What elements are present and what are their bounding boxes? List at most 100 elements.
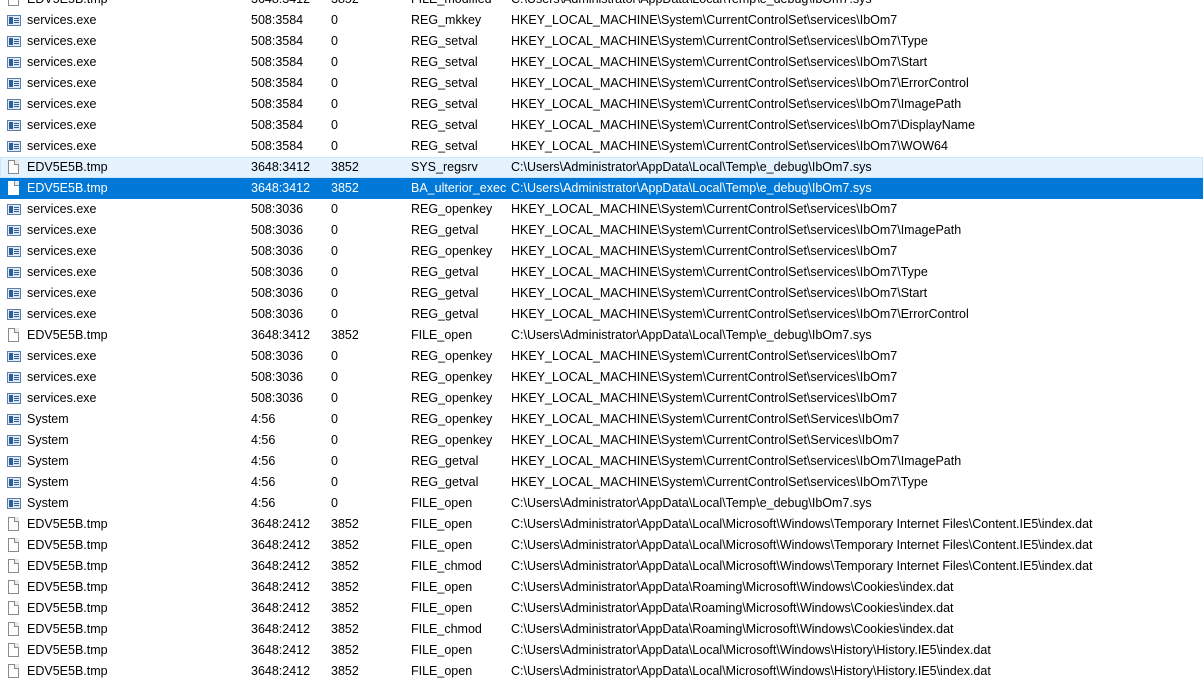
operation-cell: REG_getval bbox=[411, 475, 479, 489]
file-icon bbox=[7, 601, 22, 616]
service-icon bbox=[7, 97, 22, 112]
table-row[interactable]: EDV5E5B.tmp 3648:2412 3852 FILE_open C:\User… bbox=[0, 661, 1203, 682]
table-row[interactable]: EDV5E5B.tmp 3648:34123852FILE_modified C:\… bbox=[0, 0, 1203, 10]
table-row[interactable]: EDV5E5B.tmp 3648:3412 3852 BA_ulterior_exec… bbox=[0, 178, 1203, 199]
path-cell: HKEY_LOCAL_MACHINE\System\CurrentControl… bbox=[511, 433, 900, 447]
process-cell: services.exe bbox=[27, 13, 97, 27]
pid-cell: 508:3584 bbox=[251, 97, 304, 111]
table-row[interactable]: services.exe 508:3584 0 REG_setval HKEY_LOCA… bbox=[0, 31, 1203, 52]
table-row[interactable]: services.exe 508:3584 0 REG_setval HKEY_LOCA… bbox=[0, 73, 1203, 94]
table-row[interactable]: EDV5E5B.tmp 3648:2412 3852 FILE_chmod C:\Use… bbox=[0, 619, 1203, 640]
table-row[interactable]: EDV5E5B.tmp 3648:3412 3852 SYS_regsrv C:\Use… bbox=[0, 157, 1203, 178]
table-row[interactable]: services.exe 508:3036 0 REG_openkey HKEY_LOC… bbox=[0, 346, 1203, 367]
table-row[interactable]: services.exe 508:3036 0 REG_openkey HKEY_LOC… bbox=[0, 388, 1203, 409]
length-cell: 0 bbox=[331, 391, 338, 405]
table-row[interactable]: services.exe 508:3584 0 REG_setval HKEY_LOCA… bbox=[0, 115, 1203, 136]
path-cell: C:\Users\Administrator\AppData\Local\Mic… bbox=[511, 517, 1093, 531]
path-cell: HKEY_LOCAL_MACHINE\System\CurrentControl… bbox=[511, 76, 969, 90]
operation-cell: REG_setval bbox=[411, 139, 478, 153]
process-cell: EDV5E5B.tmp bbox=[27, 559, 108, 573]
table-row[interactable]: System 4:56 0 REG_openkey HKEY_LOCAL_MACHINE… bbox=[0, 409, 1203, 430]
pid-cell: 508:3036 bbox=[251, 202, 304, 216]
file-icon bbox=[7, 538, 22, 553]
table-row[interactable]: EDV5E5B.tmp 3648:2412 3852 FILE_open C:\User… bbox=[0, 535, 1203, 556]
file-icon bbox=[7, 0, 22, 7]
process-cell: EDV5E5B.tmp bbox=[27, 664, 108, 678]
table-row[interactable]: EDV5E5B.tmp 3648:3412 3852 FILE_open C:\User… bbox=[0, 325, 1203, 346]
operation-cell: FILE_open bbox=[411, 538, 473, 552]
path-cell: HKEY_LOCAL_MACHINE\System\CurrentControl… bbox=[511, 265, 928, 279]
table-row[interactable]: services.exe 508:3584 0 REG_mkkey HKEY_LOCAL… bbox=[0, 10, 1203, 31]
pid-cell: 3648:2412 bbox=[251, 517, 311, 531]
length-cell: 0 bbox=[331, 76, 338, 90]
table-row[interactable]: services.exe 508:3036 0 REG_getval HKEY_LOCA… bbox=[0, 304, 1203, 325]
process-cell: EDV5E5B.tmp bbox=[27, 580, 108, 594]
table-row[interactable]: EDV5E5B.tmp 3648:2412 3852 FILE_open C:\User… bbox=[0, 577, 1203, 598]
process-cell: services.exe bbox=[27, 202, 97, 216]
table-row[interactable]: System 4:56 0 REG_getval HKEY_LOCAL_MACHINE\… bbox=[0, 451, 1203, 472]
process-cell: services.exe bbox=[27, 55, 97, 69]
pid-cell: 3648:2412 bbox=[251, 580, 311, 594]
length-cell: 0 bbox=[331, 202, 338, 216]
process-cell: services.exe bbox=[27, 307, 97, 321]
process-cell: EDV5E5B.tmp bbox=[27, 0, 247, 10]
table-row[interactable]: services.exe 508:3584 0 REG_setval HKEY_LOCA… bbox=[0, 52, 1203, 73]
service-icon bbox=[7, 223, 22, 238]
table-row[interactable]: System 4:56 0 FILE_open C:\Users\Administrat… bbox=[0, 493, 1203, 514]
pid-cell: 508:3036 bbox=[251, 244, 304, 258]
process-cell: services.exe bbox=[27, 244, 97, 258]
service-icon bbox=[7, 454, 22, 469]
path-cell: C:\Users\Administrator\AppData\Local\Mic… bbox=[511, 643, 991, 657]
service-icon bbox=[7, 76, 22, 91]
table-row[interactable]: EDV5E5B.tmp 3648:2412 3852 FILE_open C:\User… bbox=[0, 640, 1203, 661]
pid-cell: 3648:2412 bbox=[251, 538, 311, 552]
operation-cell: REG_setval bbox=[411, 55, 478, 69]
pid-cell: 508:3036 bbox=[251, 370, 304, 384]
length-cell: 3852 bbox=[331, 328, 359, 342]
table-row[interactable]: System 4:56 0 REG_openkey HKEY_LOCAL_MACHINE… bbox=[0, 430, 1203, 451]
pid-cell: 3648:2412 bbox=[251, 664, 311, 678]
length-cell: 3852 bbox=[331, 664, 359, 678]
operation-cell: REG_getval bbox=[411, 286, 479, 300]
file-icon bbox=[7, 643, 22, 658]
length-cell: 0 bbox=[331, 265, 338, 279]
process-cell: EDV5E5B.tmp bbox=[27, 328, 108, 342]
pid-cell: 3648:3412 bbox=[251, 328, 311, 342]
operation-cell: REG_getval bbox=[411, 265, 479, 279]
pid-cell: 508:3036 bbox=[251, 286, 304, 300]
service-icon bbox=[7, 34, 22, 49]
table-row[interactable]: services.exe 508:3036 0 REG_getval HKEY_LOCA… bbox=[0, 283, 1203, 304]
service-icon bbox=[7, 349, 22, 364]
table-row[interactable]: services.exe 508:3584 0 REG_setval HKEY_LOCA… bbox=[0, 94, 1203, 115]
operation-cell: BA_ulterior_exec bbox=[411, 181, 507, 195]
path-cell: HKEY_LOCAL_MACHINE\System\CurrentControl… bbox=[511, 34, 928, 48]
table-row[interactable]: services.exe 508:3584 0 REG_setval HKEY_LOCA… bbox=[0, 136, 1203, 157]
table-row[interactable]: EDV5E5B.tmp 3648:2412 3852 FILE_open C:\User… bbox=[0, 598, 1203, 619]
path-cell: C:\Users\Administrator\AppData\Local\Mic… bbox=[511, 559, 1093, 573]
pid-cell: 3648:3412 bbox=[251, 160, 311, 174]
file-icon bbox=[7, 328, 22, 343]
table-row[interactable]: System 4:56 0 REG_getval HKEY_LOCAL_MACHINE\… bbox=[0, 472, 1203, 493]
table-row[interactable]: services.exe 508:3036 0 REG_openkey HKEY_LOC… bbox=[0, 199, 1203, 220]
pid-cell: 3648:2412 bbox=[251, 559, 311, 573]
operation-cell: REG_openkey bbox=[411, 391, 493, 405]
table-row[interactable]: EDV5E5B.tmp 3648:2412 3852 FILE_open C:\User… bbox=[0, 514, 1203, 535]
path-cell: C:\Users\Administrator\AppData\Local\Tem… bbox=[511, 181, 872, 195]
table-row[interactable]: services.exe 508:3036 0 REG_openkey HKEY_LOC… bbox=[0, 367, 1203, 388]
table-row[interactable]: services.exe 508:3036 0 REG_getval HKEY_LOCA… bbox=[0, 220, 1203, 241]
operation-cell: FILE_chmod bbox=[411, 559, 482, 573]
path-cell: HKEY_LOCAL_MACHINE\System\CurrentControl… bbox=[511, 286, 928, 300]
length-cell: 0 bbox=[331, 55, 338, 69]
length-cell: 3852 bbox=[331, 643, 359, 657]
table-row[interactable]: EDV5E5B.tmp 3648:2412 3852 FILE_chmod C:\Use… bbox=[0, 556, 1203, 577]
pid-cell: 3648:2412 bbox=[251, 643, 311, 657]
operation-cell: REG_setval bbox=[411, 97, 478, 111]
service-icon bbox=[7, 13, 22, 28]
operation-cell: FILE_open bbox=[411, 580, 473, 594]
process-cell: EDV5E5B.tmp bbox=[27, 181, 108, 195]
process-cell: services.exe bbox=[27, 34, 97, 48]
pid-cell: 508:3584 bbox=[251, 55, 304, 69]
table-row[interactable]: services.exe 508:3036 0 REG_openkey HKEY_LOC… bbox=[0, 241, 1203, 262]
table-row[interactable]: services.exe 508:3036 0 REG_getval HKEY_LOCA… bbox=[0, 262, 1203, 283]
pid-cell: 4:56 bbox=[251, 496, 276, 510]
